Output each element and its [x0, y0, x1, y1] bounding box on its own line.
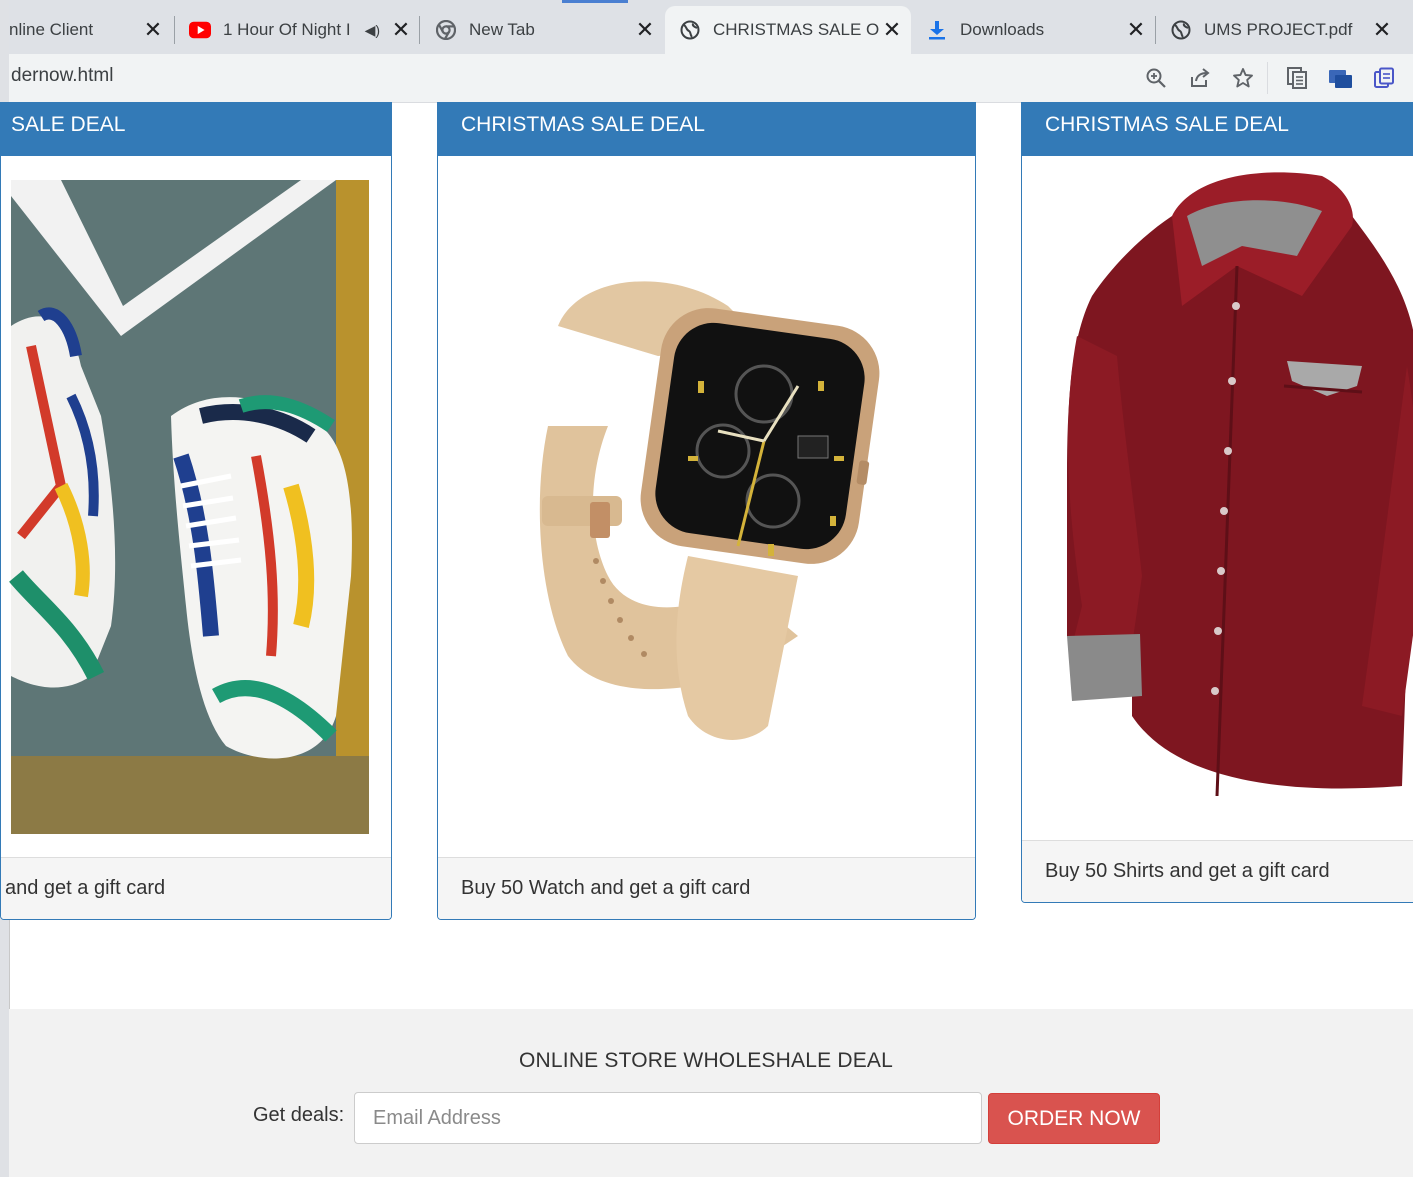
tab-close-icon[interactable]: ✕ — [388, 17, 414, 43]
tab-ums-project[interactable]: UMS PROJECT.pdf ✕ — [1156, 6, 1401, 54]
sneakers-image — [9, 180, 369, 834]
tab-close-icon[interactable]: ✕ — [1123, 17, 1149, 43]
toolbar-divider — [1267, 62, 1268, 94]
card-caption: Buy 50 Watch and get a gift card — [438, 857, 975, 919]
tab-close-icon[interactable]: ✕ — [632, 17, 658, 43]
globe-icon — [1170, 19, 1192, 41]
footer-title: ONLINE STORE WHOLESHALE DEAL — [519, 1049, 893, 1072]
tab-title: 1 Hour Of Night I — [223, 20, 351, 39]
card-image-area — [1, 156, 391, 856]
deal-card-watch: CHRISTMAS SALE DEAL Buy 50 Watch and get… — [437, 102, 976, 920]
share-icon[interactable] — [1186, 64, 1214, 92]
shirt-image — [1067, 172, 1413, 797]
card-heading: CHRISTMAS SALE DEAL — [438, 102, 975, 156]
chrome-icon — [435, 19, 457, 41]
card-caption: and get a gift card — [1, 857, 391, 919]
tab-title: UMS PROJECT.pdf — [1204, 20, 1353, 39]
newsletter-footer: ONLINE STORE WHOLESHALE DEAL Get deals: … — [9, 1009, 1413, 1177]
tab-christmas-sale[interactable]: CHRISTMAS SALE ORI ✕ — [665, 6, 911, 54]
youtube-icon — [189, 19, 211, 41]
tab-title: New Tab — [469, 20, 535, 39]
reading-list-icon[interactable] — [1283, 64, 1311, 92]
card-heading: SALE DEAL — [1, 102, 391, 156]
card-caption: Buy 50 Shirts and get a gift card — [1022, 840, 1413, 902]
tab-close-icon[interactable]: ✕ — [879, 17, 905, 43]
tab-new-tab[interactable]: New Tab ✕ — [421, 6, 664, 54]
loading-indicator — [562, 0, 628, 3]
download-icon — [926, 19, 948, 41]
card-heading: CHRISTMAS SALE DEAL — [1022, 102, 1413, 156]
browser-toolbar: dernow.html — [9, 54, 1413, 103]
deal-card-shirt: CHRISTMAS SALE DEAL Buy 50 Shirts and ge… — [1021, 102, 1413, 903]
extension-icon[interactable] — [1327, 64, 1355, 92]
tab-title: Downloads — [960, 20, 1045, 39]
tab-title: CHRISTMAS SALE ORI — [713, 20, 879, 39]
address-bar-url[interactable]: dernow.html — [11, 65, 113, 87]
card-image-area — [438, 156, 975, 856]
speaker-mute-icon[interactable]: ◀) — [365, 22, 380, 39]
tab-youtube[interactable]: 1 Hour Of Night I ◀) ✕ — [175, 6, 420, 54]
browser-tab-strip: nline Client ✕ 1 Hour Of Night I ◀) ✕ Ne… — [9, 0, 1413, 54]
tab-close-icon[interactable]: ✕ — [140, 17, 166, 43]
tab-separator — [419, 16, 420, 44]
zoom-icon[interactable] — [1142, 64, 1170, 92]
deal-card-sneakers: SALE DEAL and get a gift card — [0, 102, 392, 920]
get-deals-label: Get deals: — [253, 1104, 345, 1126]
tab-online-client[interactable]: nline Client ✕ — [9, 6, 172, 54]
card-image-area — [1022, 156, 1413, 839]
globe-icon — [679, 19, 701, 41]
watch-image — [539, 281, 880, 740]
tab-close-icon[interactable]: ✕ — [1369, 17, 1395, 43]
tab-title: nline Client — [9, 20, 94, 39]
bookmark-star-icon[interactable] — [1229, 64, 1257, 92]
tab-search-icon[interactable] — [1370, 64, 1398, 92]
order-now-button[interactable]: ORDER NOW — [988, 1093, 1160, 1144]
email-input[interactable] — [354, 1092, 982, 1144]
tab-downloads[interactable]: Downloads ✕ — [912, 6, 1155, 54]
